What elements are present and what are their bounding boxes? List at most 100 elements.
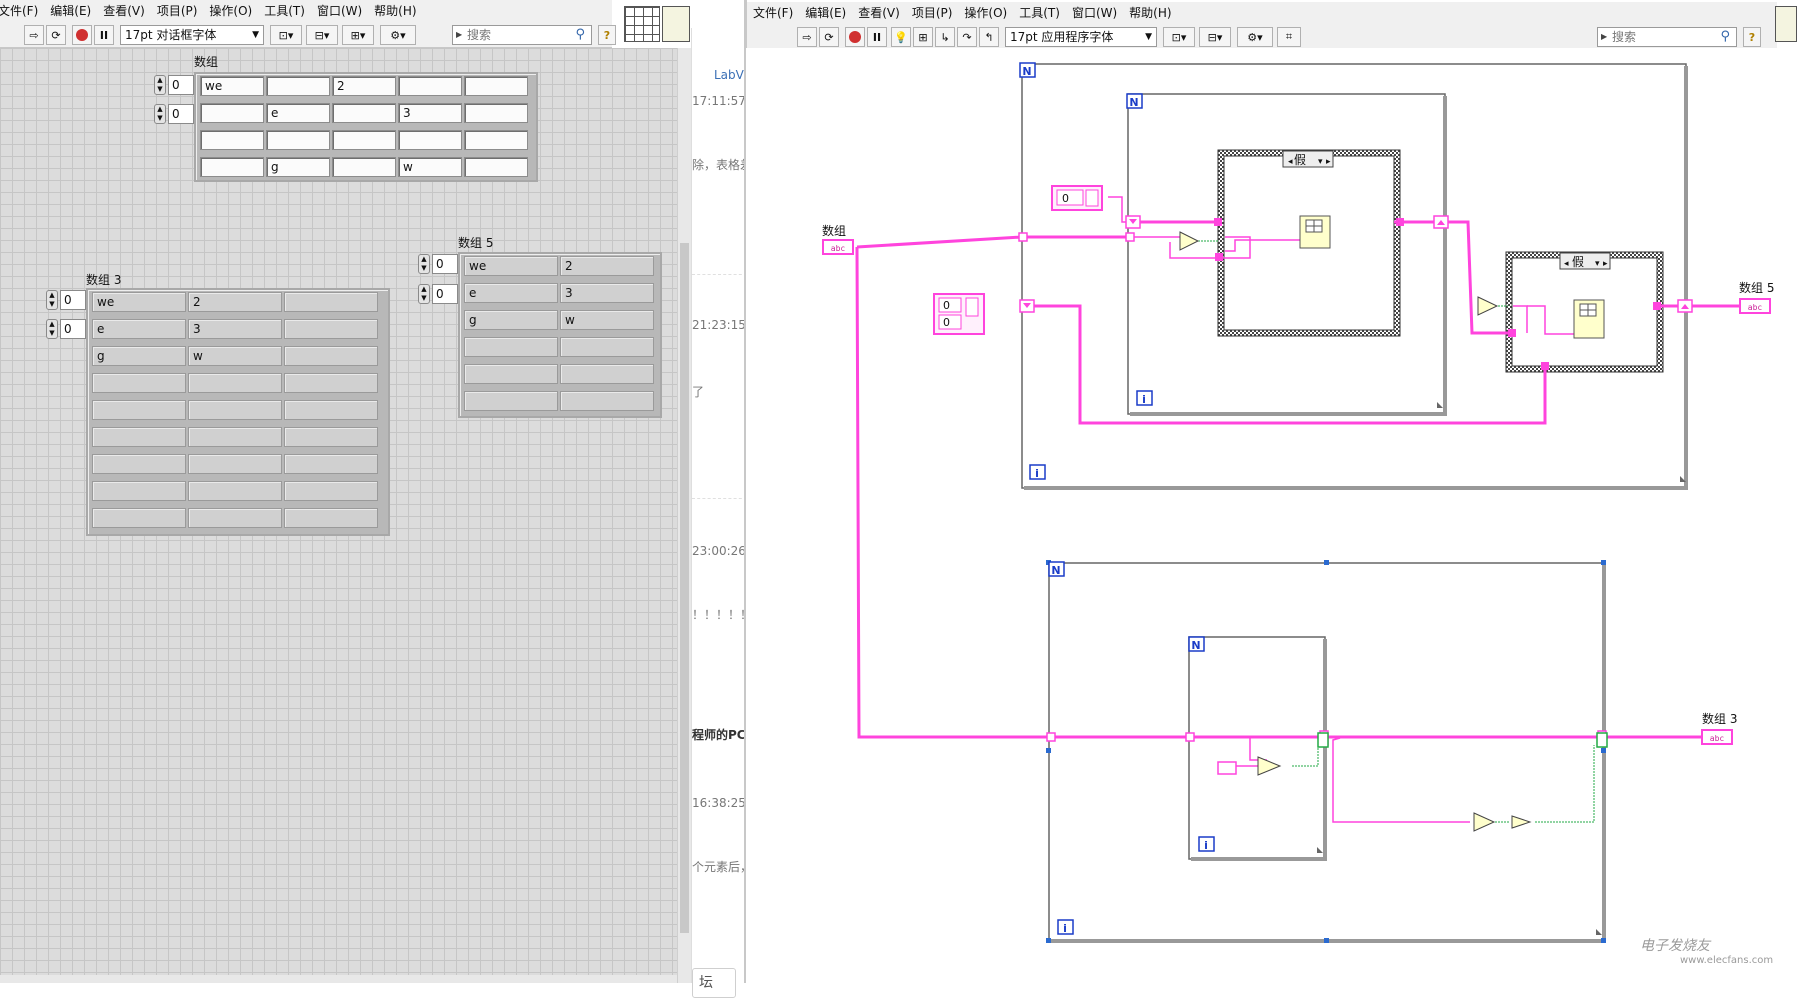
context-help-icon[interactable]: ? (598, 25, 616, 45)
menu-window[interactable]: 窗口(W) (311, 0, 368, 22)
case-2-decrement-icon[interactable]: ◂ (1564, 259, 1569, 269)
bd-distribute-icon[interactable]: ⊟▾ (1199, 27, 1231, 47)
array-cell[interactable] (332, 103, 396, 123)
forum-button[interactable]: 坛 (692, 968, 736, 998)
pause-icon[interactable]: II (94, 25, 114, 45)
array-cell[interactable] (398, 76, 462, 96)
outer-for-loop-bottom[interactable] (1048, 562, 1606, 943)
vertical-scrollbar[interactable] (677, 48, 691, 983)
bd-font-select[interactable]: 17pt 应用程序字体 ▼ (1005, 27, 1157, 47)
bd-search-input[interactable]: ▶ 搜索 ⚲ (1597, 27, 1737, 47)
bd-vi-icon[interactable] (1775, 6, 1797, 42)
run-arrow-icon[interactable]: ⇨ (24, 25, 44, 45)
bd-run-arrow-icon[interactable]: ⇨ (797, 27, 817, 47)
distribute-objects-icon[interactable]: ⊟▾ (306, 25, 338, 45)
array-1-index-col[interactable]: ▲ ▼ 0 (154, 104, 196, 124)
delete-from-array-node-1[interactable] (1299, 215, 1331, 249)
array-cell[interactable]: 2 (332, 76, 396, 96)
array-3-index-col[interactable]: ▲ ▼ 0 (46, 319, 88, 339)
menu-help[interactable]: 帮助(H) (368, 0, 422, 22)
array-cell[interactable]: w (398, 157, 462, 177)
case-1-decrement-icon[interactable]: ◂ (1288, 157, 1293, 167)
bd-context-help-icon[interactable]: ? (1743, 27, 1761, 47)
array-cell[interactable]: 3 (398, 103, 462, 123)
watermark-logo: 电子发烧友 (1640, 938, 1710, 954)
array-cell[interactable] (464, 103, 528, 123)
svg-text:0: 0 (943, 299, 950, 312)
menu-tools[interactable]: 工具(T) (258, 0, 311, 22)
array-5-index-row[interactable]: ▲ ▼ 0 (418, 254, 460, 274)
array-5-index-col[interactable]: ▲ ▼ 0 (418, 284, 460, 304)
bd-menu-tools[interactable]: 工具(T) (1013, 2, 1066, 24)
bd-align-icon[interactable]: ⊡▾ (1163, 27, 1195, 47)
vi-icon[interactable] (662, 6, 690, 42)
array-cell[interactable] (200, 157, 264, 177)
run-continuous-icon[interactable]: ⟳ (46, 25, 66, 45)
case-2-dropdown-icon[interactable]: ▾ (1595, 259, 1600, 269)
case-1-dropdown-icon[interactable]: ▾ (1318, 157, 1323, 167)
array-cell[interactable] (464, 130, 528, 150)
array-1-control[interactable]: we 2 e 3 g w (194, 72, 538, 182)
highlight-execution-icon[interactable]: 💡 (891, 27, 911, 47)
array-3-label: 数组 3 (86, 273, 122, 287)
menu-view[interactable]: 查看(V) (97, 0, 151, 22)
menu-edit[interactable]: 编辑(E) (44, 0, 97, 22)
array-cell[interactable] (266, 130, 330, 150)
font-select[interactable]: 17pt 对话框字体 ▼ (120, 25, 264, 45)
inner-for-loop-bottom[interactable] (1188, 636, 1327, 861)
array-cell[interactable] (266, 76, 330, 96)
array-cell[interactable] (332, 157, 396, 177)
clean-up-diagram-icon[interactable]: ⌗ (1277, 27, 1301, 47)
bd-reorder-icon[interactable]: ⚙▾ (1237, 27, 1273, 47)
step-over-icon[interactable]: ↷ (957, 27, 977, 47)
connector-pane-icon[interactable] (624, 6, 660, 42)
search-input[interactable]: ▶ 搜索 ⚲ (452, 25, 592, 45)
case-1-increment-icon[interactable]: ▸ (1326, 157, 1331, 167)
case-2-increment-icon[interactable]: ▸ (1603, 259, 1608, 269)
bd-menu-operate[interactable]: 操作(O) (958, 2, 1013, 24)
abort-icon[interactable] (72, 25, 92, 45)
array-cell: e (92, 319, 186, 339)
array-cell[interactable] (332, 130, 396, 150)
bd-menu-edit[interactable]: 编辑(E) (799, 2, 852, 24)
step-into-icon[interactable]: ↳ (935, 27, 955, 47)
array-cell[interactable] (398, 130, 462, 150)
array-cell[interactable] (464, 157, 528, 177)
bd-run-continuous-icon[interactable]: ⟳ (819, 27, 839, 47)
array-cell[interactable]: g (266, 157, 330, 177)
array-cell[interactable]: e (266, 103, 330, 123)
bd-abort-icon[interactable] (845, 27, 865, 47)
array-cell (92, 400, 186, 420)
bd-menu-help[interactable]: 帮助(H) (1123, 2, 1177, 24)
array-cell: g (92, 346, 186, 366)
array-cell: 3 (188, 319, 282, 339)
array-cell[interactable] (200, 130, 264, 150)
menu-file[interactable]: 文件(F) (0, 0, 44, 22)
array-cell[interactable]: we (200, 76, 264, 96)
array-cell[interactable] (200, 103, 264, 123)
bd-pause-icon[interactable]: II (867, 27, 887, 47)
delete-from-array-node-2[interactable] (1573, 299, 1605, 339)
array-cell: w (560, 310, 654, 330)
array-3-index-row[interactable]: ▲ ▼ 0 (46, 290, 88, 310)
svg-text:0: 0 (943, 316, 950, 329)
post-time-1: 17:11:57 (692, 94, 746, 108)
retain-wire-values-icon[interactable]: ⊞ (913, 27, 933, 47)
align-objects-icon[interactable]: ⊡▾ (270, 25, 302, 45)
array-1-index-row[interactable]: ▲ ▼ 0 (154, 75, 196, 95)
empty-string-constant[interactable] (1217, 761, 1237, 775)
horizontal-scrollbar[interactable] (0, 975, 677, 983)
bd-menu-window[interactable]: 窗口(W) (1066, 2, 1123, 24)
reorder-icon[interactable]: ⚙▾ (380, 25, 416, 45)
bd-menu-view[interactable]: 查看(V) (852, 2, 906, 24)
resize-objects-icon[interactable]: ⊞▾ (342, 25, 374, 45)
step-out-icon[interactable]: ↰ (979, 27, 999, 47)
array-cell[interactable] (464, 76, 528, 96)
case-2-selector-label[interactable]: 假 (1572, 255, 1584, 269)
case-1-selector-label[interactable]: 假 (1294, 153, 1306, 167)
menu-operate[interactable]: 操作(O) (203, 0, 258, 22)
bd-menu-file[interactable]: 文件(F) (747, 2, 799, 24)
outer-loop-n-text: N (1022, 65, 1031, 78)
menu-project[interactable]: 项目(P) (151, 0, 204, 22)
bd-menu-project[interactable]: 项目(P) (906, 2, 959, 24)
